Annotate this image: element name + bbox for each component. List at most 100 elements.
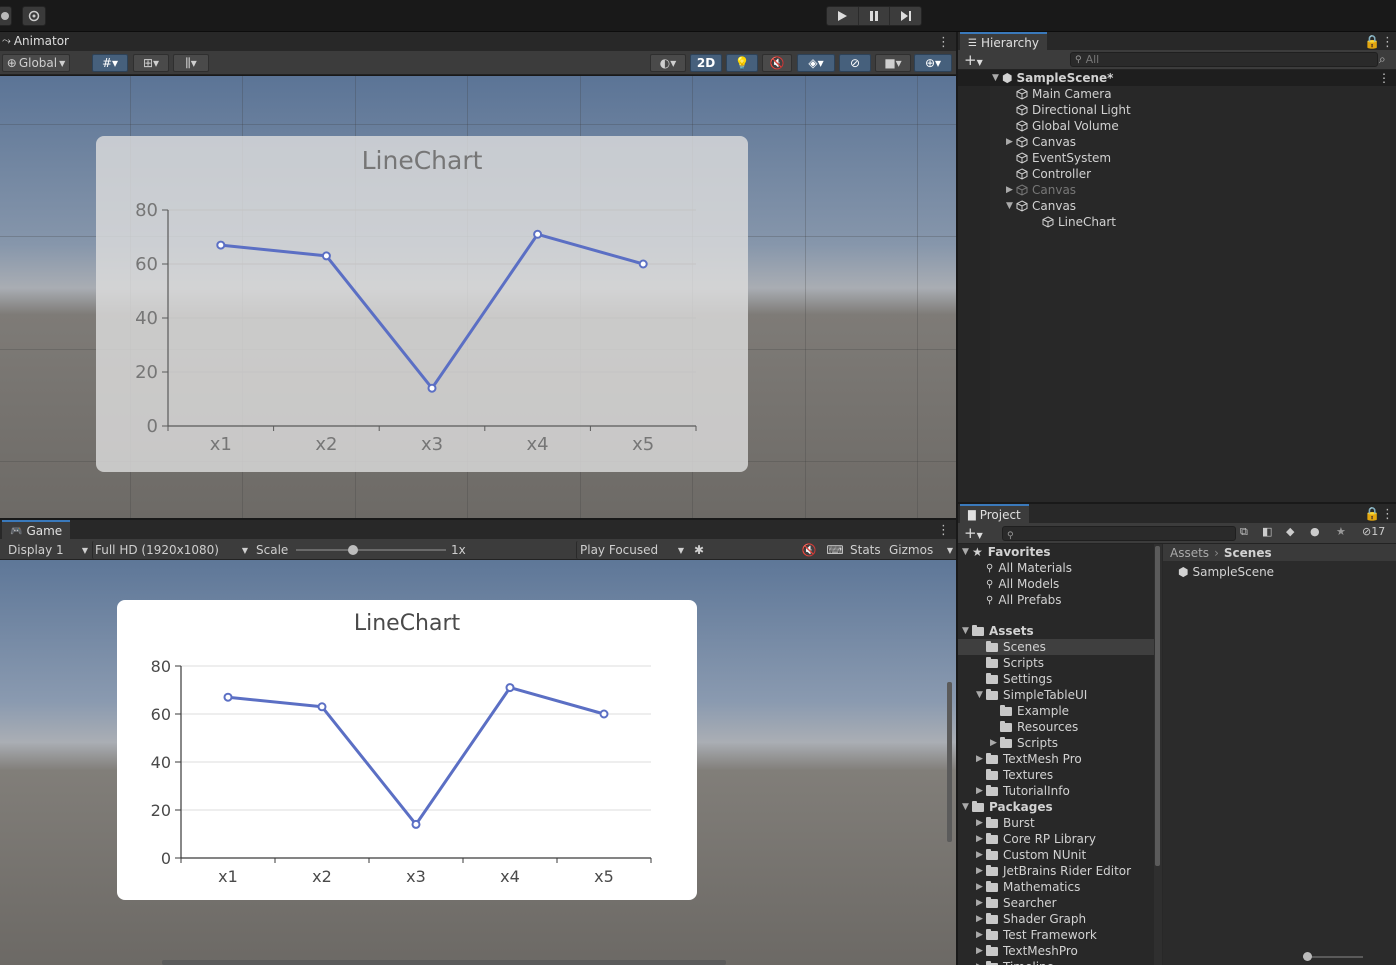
grid-snap-button[interactable]: #▾ xyxy=(92,54,128,72)
lock-icon[interactable]: 🔒 xyxy=(1364,35,1380,50)
hidden-packages-toggle[interactable]: ⊘ 17 xyxy=(1362,525,1385,538)
folder-item[interactable]: Settings xyxy=(958,671,1154,687)
audio-toggle[interactable]: 🔇 xyxy=(762,54,792,72)
expand-arrow-icon[interactable]: ▶ xyxy=(976,882,986,892)
account-icon[interactable] xyxy=(0,6,12,26)
stats-button[interactable]: Stats xyxy=(850,541,881,559)
scene-visibility-toggle[interactable]: ⊘ xyxy=(839,54,871,72)
camera-dropdown[interactable]: ■▾ xyxy=(875,54,911,72)
package-item[interactable]: ▶ Custom NUnit xyxy=(958,847,1154,863)
mode-2d-button[interactable]: 2D xyxy=(690,54,722,72)
project-search-input[interactable]: ⚲ xyxy=(1002,526,1236,541)
scene-chart-card[interactable]: LineChart 0 20 40 60 80 x1 x2 x3 x4 x5 xyxy=(96,136,748,472)
expand-arrow-icon[interactable]: ▶ xyxy=(976,754,986,764)
expand-arrow-icon[interactable]: ▶ xyxy=(1006,137,1016,147)
hierarchy-item[interactable]: Global Volume xyxy=(958,118,1396,134)
game-scrollbar-horizontal[interactable] xyxy=(162,960,726,965)
draw-mode-button[interactable]: ◐▾ xyxy=(650,54,686,72)
gizmos-dropdown[interactable]: ⊕▾ xyxy=(914,54,952,72)
hierarchy-item[interactable]: Controller xyxy=(958,166,1396,182)
hierarchy-item[interactable]: Directional Light xyxy=(958,102,1396,118)
tab-animator[interactable]: ⤳ Animator xyxy=(2,34,69,48)
create-asset-button[interactable]: +▼ xyxy=(964,524,983,542)
expand-arrow-icon[interactable]: ▶ xyxy=(976,930,986,940)
folder-item[interactable]: ▶ Scripts xyxy=(958,735,1154,751)
hierarchy-item[interactable]: ▼ Canvas xyxy=(958,198,1396,214)
grid-visibility-button[interactable]: ⊞▾ xyxy=(133,54,169,72)
hierarchy-item[interactable]: Main Camera xyxy=(958,86,1396,102)
expand-arrow-icon[interactable]: ▼ xyxy=(1006,201,1016,211)
step-button[interactable] xyxy=(890,7,921,25)
favorite-item[interactable]: ⚲ All Prefabs xyxy=(958,592,1154,608)
folder-item[interactable]: ▼ SimpleTableUI xyxy=(958,687,1154,703)
hierarchy-item[interactable]: ▶ Canvas xyxy=(958,182,1396,198)
expand-arrow-icon[interactable]: ▶ xyxy=(976,786,986,796)
hierarchy-item[interactable]: LineChart xyxy=(958,214,1396,230)
asset-item[interactable]: ⬢ SampleScene xyxy=(1178,564,1274,580)
hierarchy-search-input[interactable]: ⚲ All xyxy=(1070,52,1378,67)
play-button[interactable] xyxy=(827,7,859,25)
package-item[interactable]: ▶ JetBrains Rider Editor xyxy=(958,863,1154,879)
package-item[interactable]: ▶ Core RP Library xyxy=(958,831,1154,847)
bug-icon[interactable]: ✱ xyxy=(688,541,710,559)
expand-arrow-icon[interactable]: ▶ xyxy=(976,898,986,908)
resolution-dropdown[interactable]: Full HD (1920x1080) ▼ xyxy=(92,541,248,559)
package-item[interactable]: ▶ Burst xyxy=(958,815,1154,831)
folder-item[interactable]: Scenes xyxy=(958,639,1154,655)
project-menu-icon[interactable]: ⋮ xyxy=(1381,507,1394,522)
game-view[interactable]: LineChart 0 20 40 60 80 x1 x2 x3 x4 x5 xyxy=(0,560,956,965)
favorite-star-icon[interactable]: ★ xyxy=(1336,525,1346,538)
favorites-header[interactable]: ▼ ★ Favorites xyxy=(958,544,1154,560)
folder-item[interactable]: ▶ TutorialInfo xyxy=(958,783,1154,799)
display-dropdown[interactable]: Display 1 ▼ xyxy=(8,541,88,559)
label-filter-icon[interactable]: ◆ xyxy=(1286,525,1294,538)
play-mode-dropdown[interactable]: Play Focused ▼ xyxy=(576,541,684,559)
package-item[interactable]: ▶ Searcher xyxy=(958,895,1154,911)
folder-item[interactable]: ▶ TextMesh Pro xyxy=(958,751,1154,767)
filter-type-icon[interactable]: ◧ xyxy=(1262,525,1272,538)
expand-arrow-icon[interactable]: ▶ xyxy=(1006,185,1016,195)
keyboard-icon[interactable]: ⌨ xyxy=(824,541,846,559)
effects-dropdown[interactable]: ◈▾ xyxy=(797,54,835,72)
add-object-button[interactable]: +▼ xyxy=(964,51,983,69)
package-item[interactable]: ▶ TextMeshPro xyxy=(958,943,1154,959)
search-options-icon[interactable]: ⌕ xyxy=(1379,52,1386,67)
favorite-item[interactable]: ⚲ All Materials xyxy=(958,560,1154,576)
game-chart-card[interactable]: LineChart 0 20 40 60 80 x1 x2 x3 x4 x5 xyxy=(117,600,697,900)
scene-menu-icon[interactable]: ⋮ xyxy=(937,35,950,50)
breadcrumb-assets[interactable]: Assets xyxy=(1170,546,1209,560)
game-scrollbar[interactable] xyxy=(947,682,952,842)
scene-view[interactable]: LineChart 0 20 40 60 80 x1 x2 x3 x4 x5 xyxy=(0,76,956,518)
expand-arrow-icon[interactable]: ▶ xyxy=(976,866,986,876)
package-item[interactable]: ▶ Test Framework xyxy=(958,927,1154,943)
tab-game[interactable]: 🎮 Game xyxy=(2,520,71,540)
folder-item[interactable]: Textures xyxy=(958,767,1154,783)
scale-slider-thumb[interactable] xyxy=(348,545,358,555)
increment-snap-button[interactable]: ⫼▾ xyxy=(173,54,209,72)
folder-item[interactable]: Resources xyxy=(958,719,1154,735)
scene-menu-icon[interactable]: ⋮ xyxy=(1378,71,1390,85)
mute-audio-icon[interactable]: 🔇 xyxy=(798,541,820,559)
search-window-icon[interactable]: ⧉ xyxy=(1240,525,1248,539)
expand-arrow-icon[interactable]: ▼ xyxy=(962,802,972,812)
pause-button[interactable] xyxy=(859,7,891,25)
package-item[interactable]: ▶ Shader Graph xyxy=(958,911,1154,927)
lock-icon[interactable]: 🔒 xyxy=(1364,507,1380,522)
package-item[interactable]: ▶ Mathematics xyxy=(958,879,1154,895)
package-item[interactable]: ▶Timeline xyxy=(958,959,1154,965)
breadcrumb-scenes[interactable]: Scenes xyxy=(1224,546,1272,560)
folder-item[interactable]: Scripts xyxy=(958,655,1154,671)
expand-arrow-icon[interactable]: ▶ xyxy=(990,738,1000,748)
lighting-toggle[interactable]: 💡 xyxy=(726,54,758,72)
expand-arrow-icon[interactable]: ▶ xyxy=(976,946,986,956)
icon-size-thumb[interactable] xyxy=(1303,952,1312,961)
tab-project[interactable]: ▇ Project xyxy=(960,504,1029,524)
expand-arrow-icon[interactable]: ▶ xyxy=(976,818,986,828)
tab-hierarchy[interactable]: ☰ Hierarchy xyxy=(960,32,1047,52)
expand-arrow-icon[interactable]: ▶ xyxy=(976,834,986,844)
settings-icon[interactable] xyxy=(22,6,46,26)
scrollbar-thumb[interactable] xyxy=(1155,546,1160,866)
project-tree-scrollbar[interactable] xyxy=(1154,544,1162,965)
hierarchy-item[interactable]: EventSystem xyxy=(958,150,1396,166)
expand-arrow-icon[interactable]: ▼ xyxy=(962,547,972,557)
